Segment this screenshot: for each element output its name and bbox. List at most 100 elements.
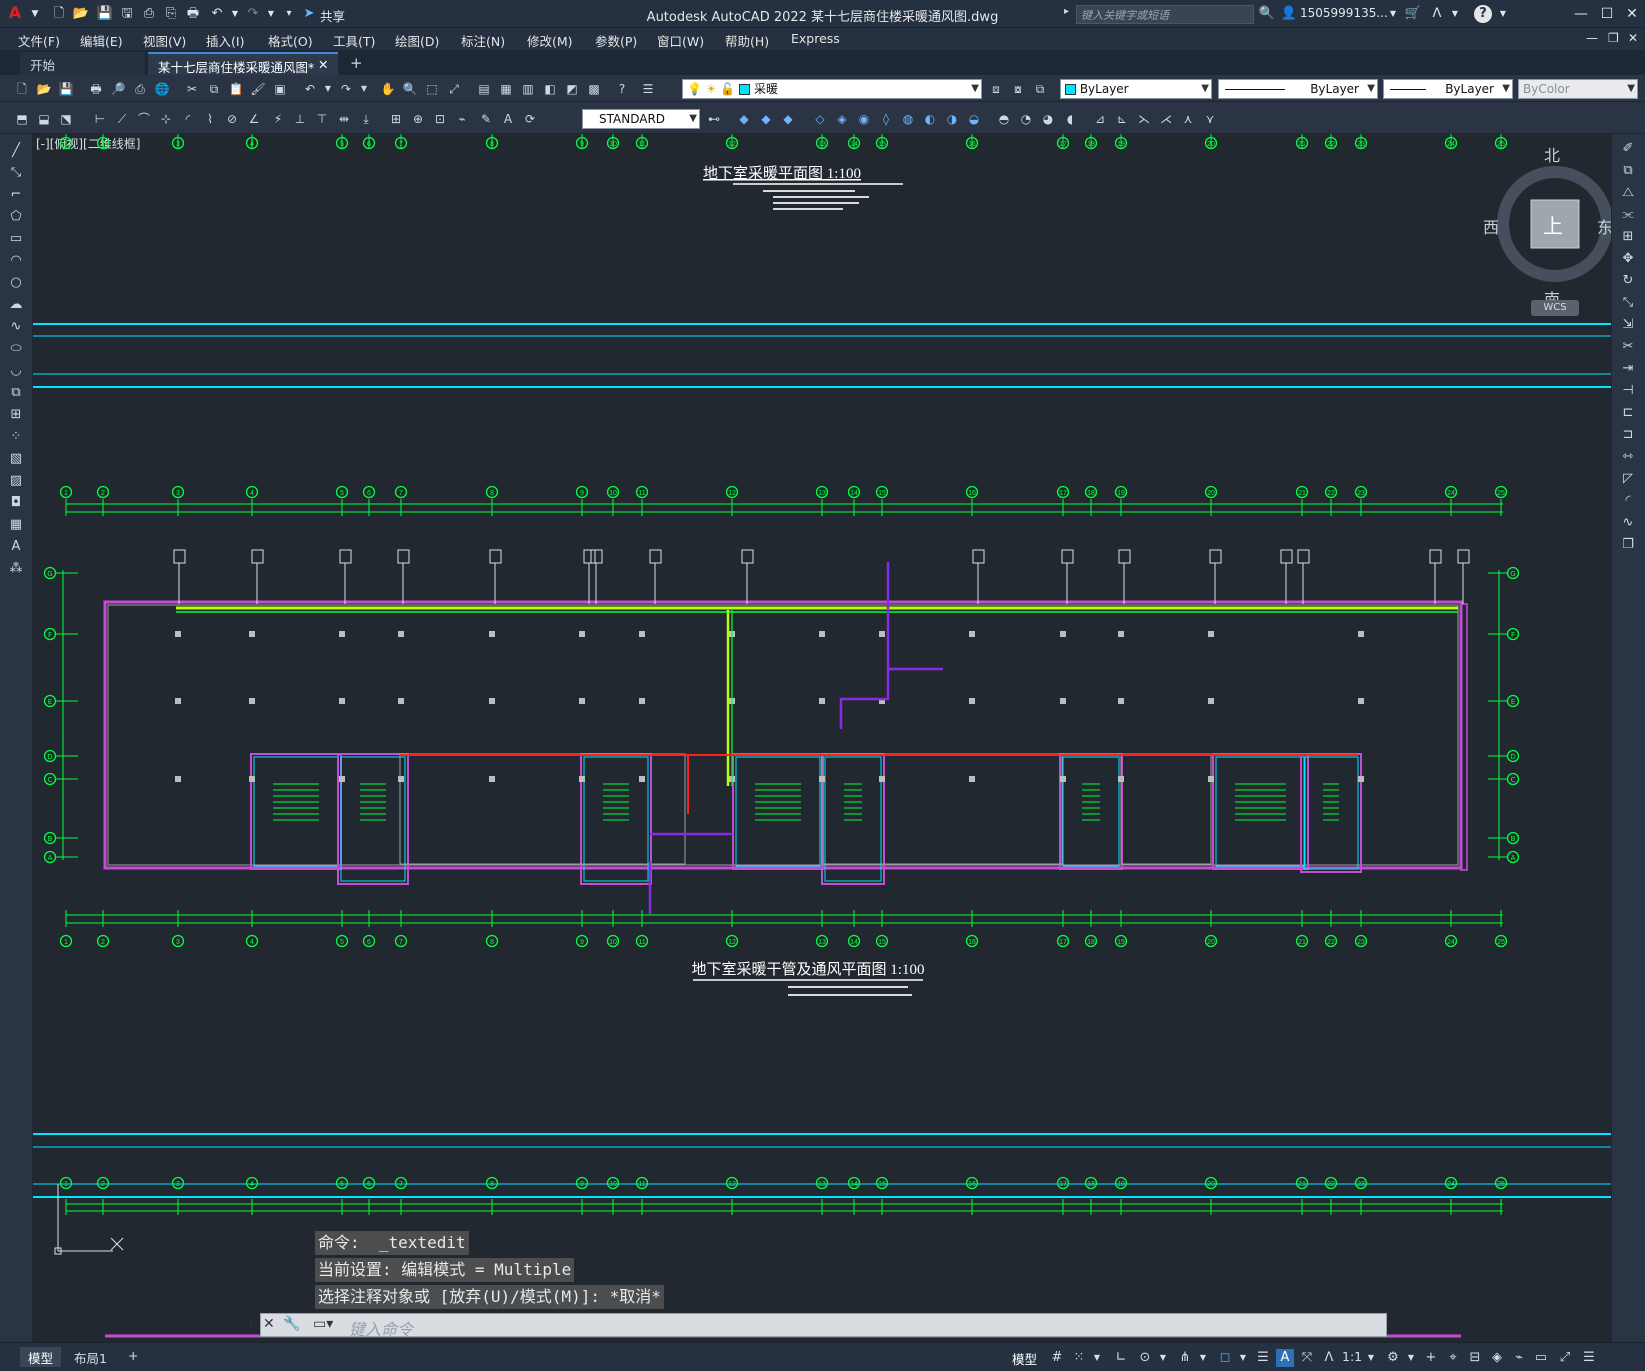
menu-format[interactable]: 格式(O) xyxy=(268,31,313,50)
block-editor-icon[interactable]: ▣ xyxy=(272,81,288,97)
osnap-dropdown-icon[interactable]: ▼ xyxy=(1234,1349,1252,1367)
hardware-accel-icon[interactable]: ⌁ xyxy=(1510,1349,1528,1367)
dim-text-edit-icon[interactable]: A xyxy=(500,111,516,127)
plot-icon[interactable]: 🖶 xyxy=(88,81,104,97)
view-icon-2[interactable]: ◆ xyxy=(758,111,774,127)
ucs-icon-2[interactable]: ⊾ xyxy=(1114,111,1130,127)
color-dropdown[interactable]: ByLayer ▼ xyxy=(1060,79,1212,99)
ortho-icon[interactable]: ∟ xyxy=(1112,1349,1130,1367)
annotation-scale-icon[interactable]: ᐱ xyxy=(1320,1349,1338,1367)
search-icon[interactable]: 🔍 xyxy=(1258,5,1276,23)
customize-qat-icon[interactable]: ▾ xyxy=(280,5,298,23)
arc-length-icon[interactable]: ⌒ xyxy=(136,111,152,127)
redo-icon[interactable]: ↷ xyxy=(338,81,354,97)
osnap-icon[interactable]: ◻ xyxy=(1216,1349,1234,1367)
zoom-window-icon[interactable]: ⬚ xyxy=(424,81,440,97)
menu-edit[interactable]: 编辑(E) xyxy=(80,31,123,50)
isolate-icon[interactable]: ◈ xyxy=(1488,1349,1506,1367)
recent-commands-icon[interactable]: ▭▾ xyxy=(313,1316,333,1332)
quick-dim-icon[interactable]: ⚡ xyxy=(270,111,286,127)
add-layout-button[interactable]: + xyxy=(120,1347,146,1367)
customization-icon[interactable]: ☰ xyxy=(1580,1349,1598,1367)
dim-update-icon[interactable]: ⟳ xyxy=(522,111,538,127)
diameter-dim-icon[interactable]: ⊘ xyxy=(224,111,240,127)
revcloud-icon[interactable]: ☁ xyxy=(7,296,25,314)
annotation-scale-value[interactable]: 1:1 xyxy=(1342,1349,1362,1364)
viewcube-east[interactable]: 东 xyxy=(1597,214,1611,238)
plotstyle-dropdown[interactable]: ByColor ▼ xyxy=(1518,79,1638,99)
center-mark-icon[interactable]: ⊕ xyxy=(410,111,426,127)
autoscale-icon[interactable]: ⤧ xyxy=(1298,1349,1316,1367)
layer-dropdown[interactable]: 💡 ☀ 🔓 采暖 ▼ xyxy=(682,79,982,99)
offset-icon[interactable]: ⫘ xyxy=(1619,206,1637,224)
erase-icon[interactable]: ✐ xyxy=(1619,140,1637,158)
zoom-realtime-icon[interactable]: 🔍 xyxy=(402,81,418,97)
app-dropdown-icon[interactable]: ▼ xyxy=(1446,5,1464,23)
autocad-logo-icon[interactable]: A xyxy=(6,4,24,22)
dimstyle-manager-icon[interactable]: ⊷ xyxy=(706,111,722,127)
fillet-icon[interactable]: ◜ xyxy=(1619,492,1637,510)
publish-icon[interactable]: ⎙ xyxy=(140,5,158,23)
menu-window[interactable]: 窗口(W) xyxy=(657,31,704,50)
undo-dropdown-icon[interactable]: ▼ xyxy=(320,81,336,97)
ucs-icon-1[interactable]: ⊿ xyxy=(1092,111,1108,127)
visual-style-icon-2[interactable]: ◔ xyxy=(1018,111,1034,127)
pan-icon[interactable]: ✋ xyxy=(380,81,396,97)
doc-close-button[interactable]: ✕ xyxy=(1628,31,1638,45)
viewcube[interactable]: 北 南 西 东 上 WCS xyxy=(1483,146,1611,316)
redo-icon[interactable]: ↷ xyxy=(244,5,262,23)
isodraft-dropdown-icon[interactable]: ▼ xyxy=(1194,1349,1212,1367)
autodesk-app-icon[interactable]: ᐱ xyxy=(1428,5,1446,23)
menu-modify[interactable]: 修改(M) xyxy=(527,31,573,50)
markup-icon[interactable]: ◩ xyxy=(564,81,580,97)
inspection-icon[interactable]: ⊡ xyxy=(432,111,448,127)
properties-icon[interactable]: ▤ xyxy=(476,81,492,97)
copy-icon[interactable]: ⧉ xyxy=(206,81,222,97)
tolerance-icon[interactable]: ⊞ xyxy=(388,111,404,127)
plus-icon[interactable]: + xyxy=(1422,1349,1440,1367)
break-point-icon[interactable]: ⊣ xyxy=(1619,382,1637,400)
chamfer-icon[interactable]: ◸ xyxy=(1619,470,1637,488)
layout1-tab[interactable]: 布局1 xyxy=(66,1347,115,1367)
ucs-icon-5[interactable]: ⋏ xyxy=(1180,111,1196,127)
user-label[interactable]: 1505999135... xyxy=(1300,6,1388,20)
view-icon-11[interactable]: ◒ xyxy=(966,111,982,127)
plot-icon[interactable]: ⎘ xyxy=(162,5,180,23)
view-icon-10[interactable]: ◑ xyxy=(944,111,960,127)
ellipse-arc-icon[interactable]: ◡ xyxy=(7,362,25,380)
sheet-set-icon[interactable]: ◧ xyxy=(542,81,558,97)
search-expand-icon[interactable]: ▸ xyxy=(1064,6,1069,17)
layer-unlock-icon[interactable]: 🔓 xyxy=(720,82,735,96)
view-icon-3[interactable]: ◆ xyxy=(780,111,796,127)
region-icon[interactable]: ◘ xyxy=(7,494,25,512)
join-icon[interactable]: ⊐ xyxy=(1619,426,1637,444)
search-input[interactable]: 键入关键字或短语 xyxy=(1076,5,1254,24)
table-icon[interactable]: ▦ xyxy=(7,516,25,534)
polygon-icon[interactable]: ⬠ xyxy=(7,208,25,226)
layer-properties-icon[interactable]: ☰ xyxy=(640,81,656,97)
calculator-icon[interactable]: ▩ xyxy=(586,81,602,97)
make-block-icon[interactable]: ⊞ xyxy=(7,406,25,424)
dim-edit-icon[interactable]: ✎ xyxy=(478,111,494,127)
dim-space-icon[interactable]: ⇹ xyxy=(336,111,352,127)
visual-style-icon-4[interactable]: ◖ xyxy=(1062,111,1078,127)
app-menu-chevron-icon[interactable]: ▼ xyxy=(26,5,44,23)
add-selected-icon[interactable]: ⁂ xyxy=(7,560,25,578)
help-dropdown-icon[interactable]: ▼ xyxy=(1494,5,1512,23)
mirror-icon[interactable]: ⧍ xyxy=(1619,184,1637,202)
undo-icon[interactable]: ↶ xyxy=(208,5,226,23)
open-icon[interactable]: 📂 xyxy=(36,81,52,97)
break-icon[interactable]: ⊏ xyxy=(1619,404,1637,422)
quick-properties-icon[interactable]: ⊟ xyxy=(1466,1349,1484,1367)
snap-icon[interactable]: ⁙ xyxy=(1070,1349,1088,1367)
maximize-button[interactable]: ☐ xyxy=(1594,3,1620,25)
cut-icon[interactable]: ✂ xyxy=(184,81,200,97)
dimstyle-dropdown[interactable]: STANDARD ▼ xyxy=(582,109,700,129)
angular-dim-icon[interactable]: ∠ xyxy=(246,111,262,127)
menu-parametric[interactable]: 参数(P) xyxy=(595,31,637,50)
lineweight-dropdown[interactable]: ByLayer ▼ xyxy=(1383,79,1513,99)
help-icon[interactable]: ? xyxy=(614,81,630,97)
visual-style-icon-3[interactable]: ◕ xyxy=(1040,111,1056,127)
array-icon[interactable]: ⊞ xyxy=(1619,228,1637,246)
ucs-icon-4[interactable]: ⋌ xyxy=(1158,111,1174,127)
